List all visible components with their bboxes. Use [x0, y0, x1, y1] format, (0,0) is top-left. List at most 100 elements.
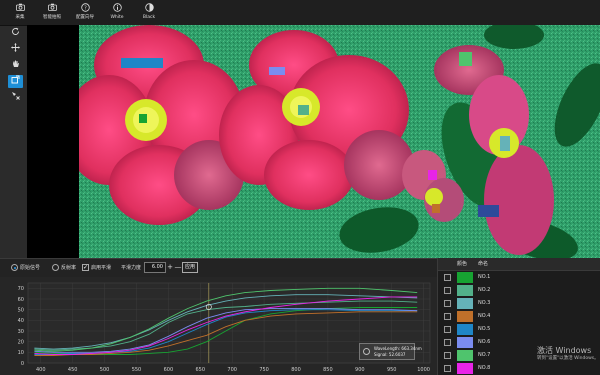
strength-plus-button[interactable]: +	[166, 262, 174, 273]
roi-visibility-checkbox[interactable]	[444, 365, 451, 372]
help-icon: ?	[68, 3, 102, 14]
x-tick-label: 700	[227, 367, 237, 373]
smoothing-label: 启用平滑	[91, 265, 112, 271]
original-signal-label: 原始信号	[20, 265, 41, 271]
smart-photo-button[interactable]: 智能拍照	[35, 3, 69, 23]
spectrum-control-bar: 原始信号 反射率 ✓ 启用平滑 平滑力度 6.00 + — 应用	[0, 258, 437, 277]
roi-visibility-checkbox[interactable]	[444, 274, 451, 281]
pan-hand-button[interactable]	[8, 59, 23, 72]
roi-dark-blue-marker[interactable]	[478, 205, 499, 217]
smoothing-checkbox[interactable]: ✓	[82, 264, 89, 271]
pointer-cross-button[interactable]	[8, 91, 23, 104]
y-tick-label: 70	[18, 286, 24, 292]
spectrum-chart[interactable]: 70 60 50 40 30 20 10 0 400 450 500 550 600 650 700 750 8…	[0, 277, 437, 375]
strength-label: 平滑力度	[121, 265, 142, 271]
reflectance-label: 反射率	[61, 265, 77, 271]
select-roi-icon	[11, 75, 20, 84]
roi-color-swatch[interactable]	[457, 350, 473, 361]
roi-visibility-checkbox[interactable]	[444, 352, 451, 359]
tooltip-marker-icon	[363, 348, 370, 355]
select-roi-button[interactable]	[8, 75, 23, 88]
black-button[interactable]: Black	[132, 3, 166, 23]
x-tick-label: 950	[387, 367, 397, 373]
roi-name: NO.3	[478, 300, 491, 306]
roi-name: NO.1	[478, 274, 491, 280]
roi-visibility-checkbox[interactable]	[444, 326, 451, 333]
roi-color-swatch[interactable]	[457, 337, 473, 348]
white-button[interactable]: White	[100, 3, 134, 23]
cursor-tooltip: WaveLength: 663.34nm Signal: 52.6037	[359, 343, 422, 360]
legend-row[interactable]: NO.1	[438, 271, 600, 284]
y-tick-label: 0	[21, 361, 24, 367]
roi-visibility-checkbox[interactable]	[444, 300, 451, 307]
spectrum-chart-svg: 70 60 50 40 30 20 10 0 400 450 500 550 600 650 700 750 8…	[18, 282, 431, 373]
legend-row[interactable]: NO.5	[438, 323, 600, 336]
svg-text:?: ?	[84, 5, 87, 11]
capture-button[interactable]: 采集	[3, 3, 37, 23]
camera-icon	[3, 3, 37, 14]
roi-name: NO.7	[478, 352, 491, 358]
roi-name: NO.6	[478, 339, 491, 345]
x-tick-label: 600	[164, 367, 174, 373]
image-view[interactable]	[79, 25, 600, 258]
x-tick-label: 500	[100, 367, 110, 373]
roi-color-swatch[interactable]	[457, 298, 473, 309]
pointer-cross-icon	[12, 92, 20, 100]
x-tick-label: 650	[196, 367, 206, 373]
roi-name: NO.5	[478, 326, 491, 332]
roi-visibility-checkbox[interactable]	[444, 313, 451, 320]
legend-row[interactable]: NO.2	[438, 284, 600, 297]
legend-row[interactable]: NO.8	[438, 362, 600, 375]
move-button[interactable]	[8, 43, 23, 56]
roi-visibility-checkbox[interactable]	[444, 339, 451, 346]
roi-no5-marker[interactable]	[121, 58, 163, 68]
roi-visibility-checkbox[interactable]	[444, 287, 451, 294]
y-tick-label: 30	[18, 329, 24, 335]
legend-row[interactable]: NO.4	[438, 310, 600, 323]
roi-no4-marker[interactable]	[432, 204, 440, 213]
y-tick-label: 60	[18, 297, 24, 303]
x-tick-label: 1000	[417, 367, 430, 373]
x-tick-label: 450	[68, 367, 78, 373]
roi-no8-marker[interactable]	[428, 170, 437, 180]
reflectance-radio[interactable]	[52, 264, 59, 271]
white-label: White	[110, 15, 124, 20]
watermark-line2: 转到"设置"以激活 Windows。	[537, 356, 599, 361]
hand-icon	[13, 60, 19, 67]
config-wizard-label: 配置向导	[76, 15, 94, 20]
x-tick-label: 750	[259, 367, 269, 373]
windows-activation-watermark: 激活 Windows 转到"设置"以激活 Windows。	[537, 346, 599, 362]
info-icon	[100, 3, 134, 14]
capture-label: 采集	[15, 15, 25, 20]
config-wizard-button[interactable]: ? 配置向导	[68, 3, 102, 23]
left-toolbar	[8, 27, 24, 105]
roi-color-swatch[interactable]	[457, 272, 473, 283]
roi-name: NO.2	[478, 287, 491, 293]
apply-button[interactable]: 应用	[182, 262, 198, 273]
rotate-icon	[12, 27, 19, 35]
y-tick-label: 40	[18, 318, 24, 324]
rotate-button[interactable]	[8, 27, 23, 40]
y-tick-label: 50	[18, 307, 24, 313]
roi-color-swatch[interactable]	[457, 285, 473, 296]
legend-row[interactable]: NO.3	[438, 297, 600, 310]
roi-no2-marker[interactable]	[298, 105, 309, 115]
strength-minus-button[interactable]: —	[174, 262, 182, 273]
strength-input[interactable]: 6.00	[144, 262, 166, 273]
roi-no7-marker[interactable]	[459, 52, 472, 66]
roi-color-swatch[interactable]	[457, 324, 473, 335]
roi-color-swatch[interactable]	[457, 363, 473, 374]
x-tick-label: 800	[291, 367, 301, 373]
x-tick-label: 850	[323, 367, 333, 373]
x-tick-label: 900	[355, 367, 365, 373]
tooltip-wavelength: WaveLength: 663.34nm	[374, 346, 422, 351]
roi-name: NO.4	[478, 313, 491, 319]
roi-color-swatch[interactable]	[457, 311, 473, 322]
legend-color-header: 颜色	[457, 261, 468, 267]
roi-no3-marker[interactable]	[500, 136, 510, 151]
original-signal-radio[interactable]	[11, 264, 18, 271]
roi-no6-marker[interactable]	[269, 67, 285, 75]
roi-no1-marker[interactable]	[139, 114, 147, 123]
y-tick-label: 10	[18, 350, 24, 356]
tooltip-signal: Signal: 52.6037	[374, 352, 406, 357]
